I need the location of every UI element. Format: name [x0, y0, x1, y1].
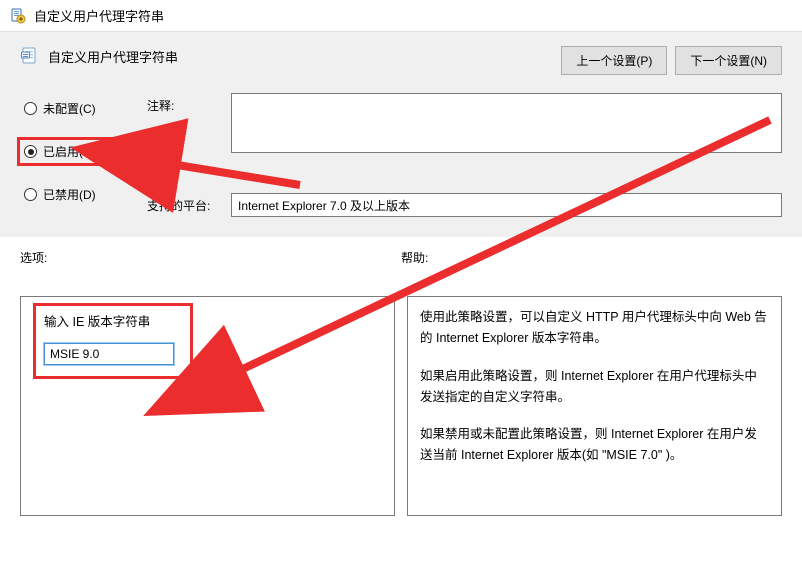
window-titlebar: 自定义用户代理字符串: [0, 0, 802, 31]
radio-disabled[interactable]: 已禁用(D): [20, 183, 135, 206]
radio-icon: [24, 188, 37, 201]
help-paragraph: 如果启用此策略设置，则 Internet Explorer 在用户代理标头中发送…: [420, 366, 769, 409]
help-header: 帮助:: [401, 249, 782, 266]
radio-icon: [24, 102, 37, 115]
options-panel: 输入 IE 版本字符串: [20, 296, 395, 516]
platform-value: [231, 193, 782, 217]
radio-enabled[interactable]: 已启用(E): [17, 137, 138, 166]
window-title: 自定义用户代理字符串: [34, 6, 164, 25]
options-header: 选项:: [20, 249, 401, 266]
comment-label: 注释:: [147, 93, 219, 114]
sheet-icon: [20, 46, 40, 66]
platform-label: 支持的平台:: [147, 193, 219, 214]
ie-version-label: 输入 IE 版本字符串: [44, 312, 182, 333]
next-setting-button[interactable]: 下一个设置(N): [675, 46, 782, 75]
comment-input[interactable]: [231, 93, 782, 153]
policy-title: 自定义用户代理字符串: [48, 47, 178, 66]
policy-icon: [10, 8, 26, 24]
radio-not-configured[interactable]: 未配置(C): [20, 97, 135, 120]
state-radio-group: 未配置(C) 已启用(E) 已禁用(D): [20, 93, 135, 217]
config-header-section: 自定义用户代理字符串 上一个设置(P) 下一个设置(N) 未配置(C) 已启用(…: [0, 31, 802, 237]
ie-version-input[interactable]: [44, 343, 174, 365]
help-paragraph: 使用此策略设置，可以自定义 HTTP 用户代理标头中向 Web 告的 Inter…: [420, 307, 769, 350]
help-paragraph: 如果禁用或未配置此策略设置，则 Internet Explorer 在用户发送当…: [420, 424, 769, 467]
lower-section: 选项: 帮助: 输入 IE 版本字符串 使用此策略设置，可以自定义 HTTP 用…: [0, 237, 802, 516]
help-panel: 使用此策略设置，可以自定义 HTTP 用户代理标头中向 Web 告的 Inter…: [407, 296, 782, 516]
options-highlight-box: 输入 IE 版本字符串: [33, 303, 193, 379]
prev-setting-button[interactable]: 上一个设置(P): [561, 46, 667, 75]
radio-icon: [24, 145, 37, 158]
